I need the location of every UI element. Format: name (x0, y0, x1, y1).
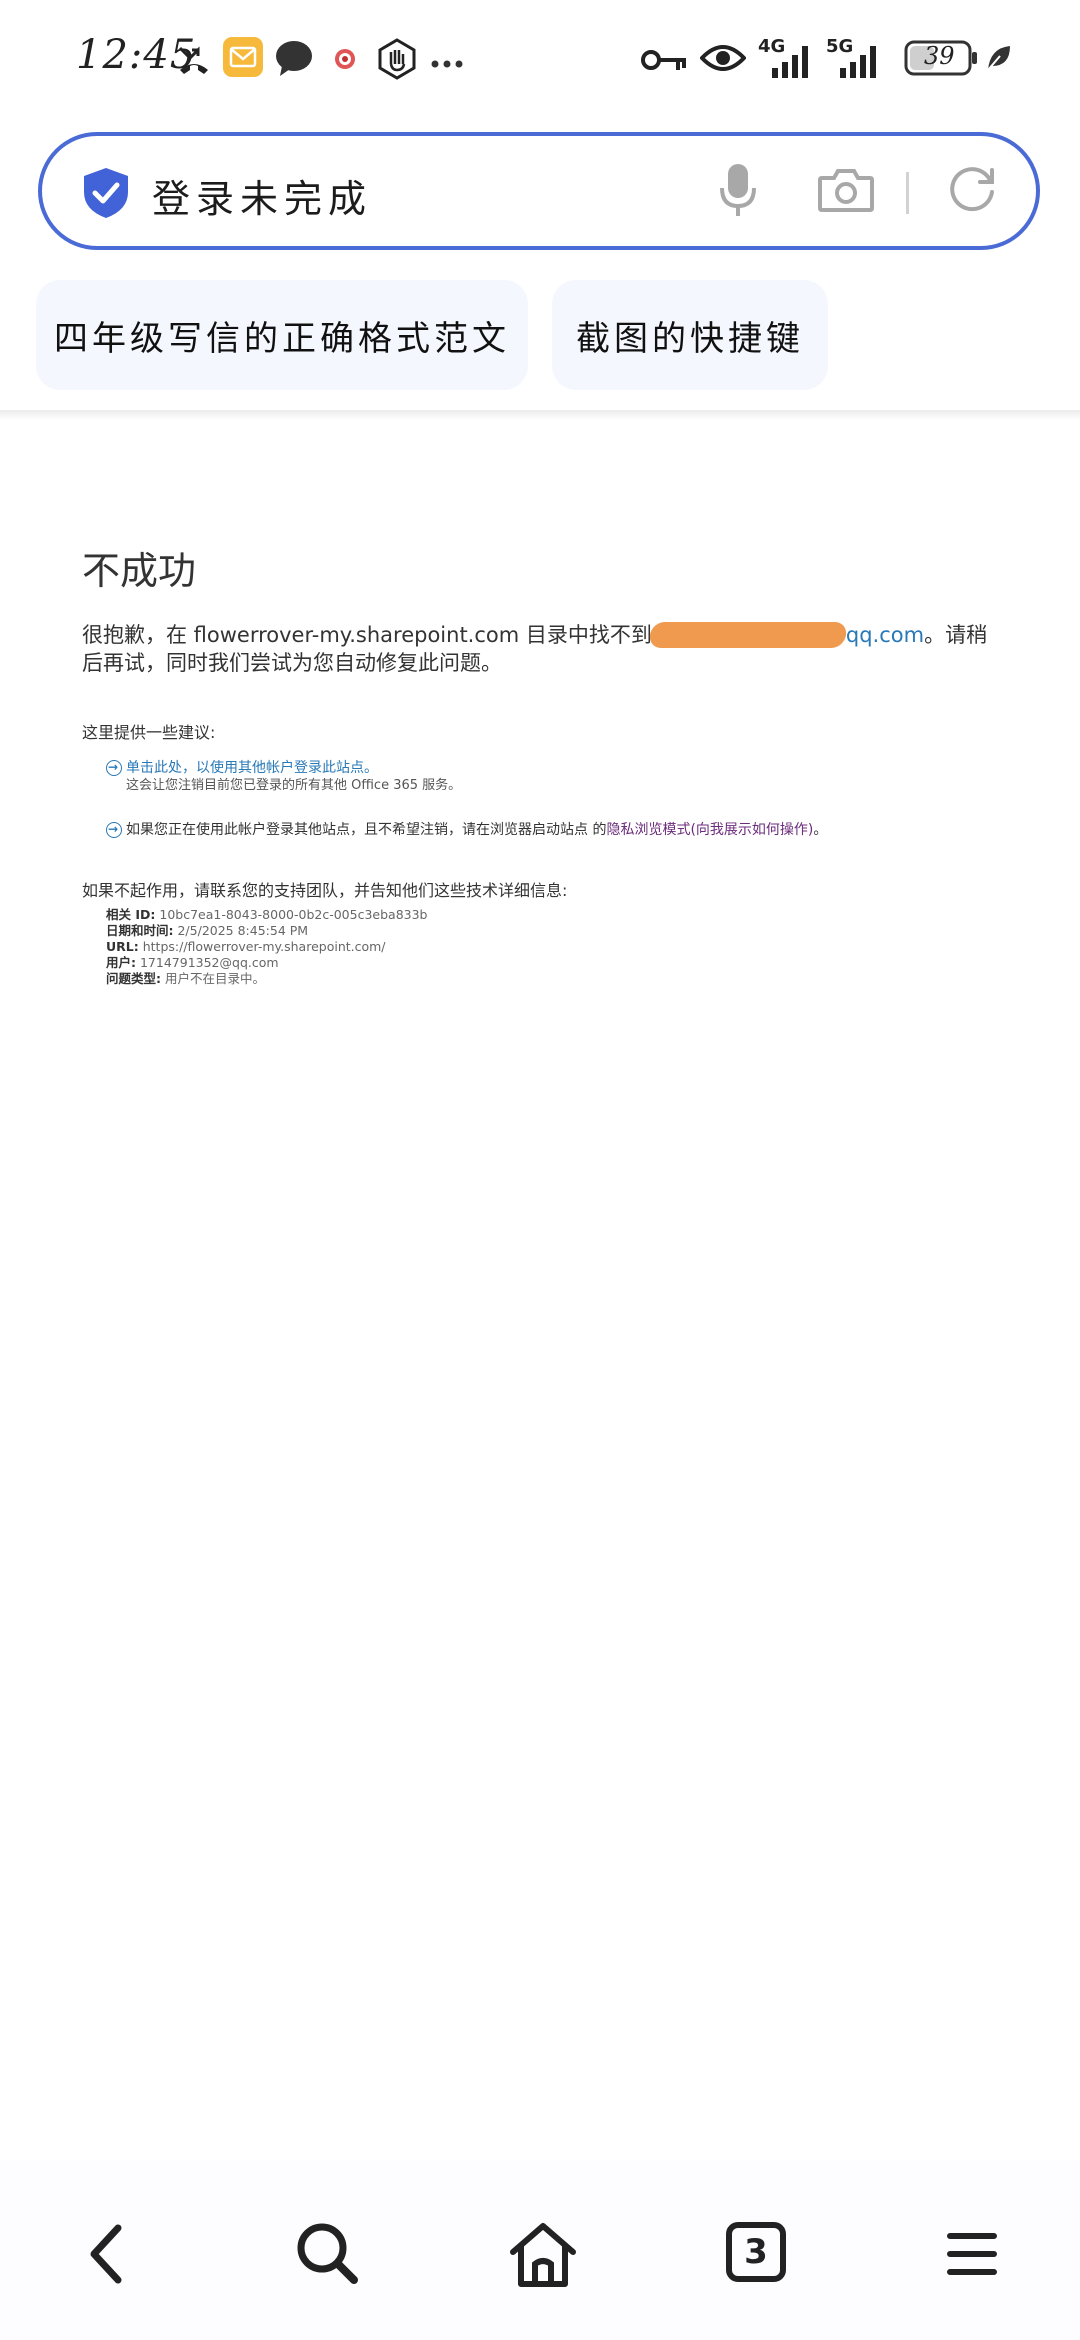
detail-row: 用户: 1714791352@qq.com (82, 955, 1002, 971)
detail-value: 10bc7ea1-8043-8000-0b2c-005c3eba833b (159, 907, 428, 922)
detail-label: 日期和时间: (106, 923, 174, 938)
detail-value: 用户不在目录中。 (164, 971, 265, 986)
error-message: 很抱歉，在 flowerrover-my.sharepoint.com 目录中找… (82, 621, 1002, 677)
detail-label: 用户: (106, 955, 136, 970)
menu-button[interactable] (932, 2214, 1012, 2294)
suggestion-chip[interactable]: 截图的快捷键 (552, 280, 828, 390)
menu-icon (932, 2214, 1012, 2294)
error-message-text: 很抱歉，在 flowerrover-my.sharepoint.com 目录中找… (82, 623, 652, 647)
search-icon (288, 2214, 368, 2294)
detail-value: https://flowerrover-my.sharepoint.com/ (142, 939, 386, 954)
shield-check-icon (82, 166, 130, 224)
arrow-circle-icon (106, 758, 122, 776)
tabs-button[interactable]: 3 (726, 2222, 806, 2302)
home-icon (503, 2214, 583, 2294)
microphone-icon[interactable] (718, 160, 758, 224)
detail-row: 日期和时间: 2/5/2025 8:45:54 PM (82, 923, 1002, 939)
arrow-circle-icon (106, 820, 122, 838)
search-button[interactable] (288, 2214, 368, 2294)
hand-icon (376, 38, 418, 84)
bottom-navigation: 3 (0, 2160, 1080, 2340)
battery-level: 39 (924, 42, 955, 70)
address-bar-text[interactable]: 登录未完成 (152, 168, 372, 223)
key-icon (640, 46, 688, 78)
detail-row: URL: https://flowerrover-my.sharepoint.c… (82, 939, 1002, 955)
back-icon (66, 2214, 146, 2294)
account-domain-link[interactable]: qq.com (846, 623, 924, 647)
more-dots-icon (430, 54, 464, 73)
private-browsing-link[interactable]: 隐私浏览模式(向我展示如何操作) (606, 822, 813, 838)
home-button[interactable] (503, 2214, 583, 2294)
suggestion-item: 单击此处，以使用其他帐户登录此站点。 这会让您注销目前您已登录的所有其他 Off… (82, 758, 1002, 795)
detail-value: 1714791352@qq.com (139, 955, 279, 970)
reload-icon[interactable] (946, 160, 1000, 224)
detail-label: URL: (106, 939, 139, 954)
detail-row: 问题类型: 用户不在目录中。 (82, 971, 1002, 987)
signal-icon (838, 42, 888, 84)
detail-label: 相关 ID: (106, 907, 156, 922)
status-bar: 12:45 4G 5G 39 (0, 0, 1080, 120)
suggestion-item: 如果您正在使用此帐户登录其他站点，且不希望注销，请在浏览器启动站点 的隐私浏览模… (82, 820, 1002, 839)
missed-call-icon (176, 40, 212, 80)
detail-row: 相关 ID: 10bc7ea1-8043-8000-0b2c-005c3eba8… (82, 907, 1002, 923)
suggestion-chip[interactable]: 四年级写信的正确格式范文 (36, 280, 528, 390)
page-title: 不成功 (82, 549, 197, 593)
address-bar[interactable]: 登录未完成 (38, 132, 1040, 250)
redaction-mark (648, 622, 848, 648)
support-heading: 如果不起作用，请联系您的支持团队，并告知他们这些技术详细信息: (82, 881, 568, 900)
suggestion-note: 这会让您注销目前您已登录的所有其他 Office 365 服务。 (126, 778, 462, 793)
suggestions-heading: 这里提供一些建议: (82, 723, 216, 742)
app-notification-icon (334, 48, 356, 74)
suggestion-text-end: 。 (813, 822, 828, 838)
back-button[interactable] (66, 2214, 146, 2294)
leaf-icon (986, 44, 1012, 76)
eye-icon (699, 42, 747, 78)
search-divider (906, 172, 909, 214)
suggestion-text: 如果您正在使用此帐户登录其他站点，且不希望注销，请在浏览器启动站点 的 (126, 822, 607, 838)
toolbar-shadow (0, 410, 1080, 420)
camera-icon[interactable] (818, 166, 874, 218)
suggestion-chips: 四年级写信的正确格式范文 截图的快捷键 (0, 280, 1080, 414)
detail-label: 问题类型: (106, 971, 161, 986)
sign-in-other-account-link[interactable]: 单击此处，以使用其他帐户登录此站点。 (126, 759, 1002, 777)
signal-icon (770, 42, 816, 84)
tabs-icon: 3 (726, 2222, 786, 2282)
detail-value: 2/5/2025 8:45:54 PM (177, 923, 309, 938)
chat-bubble-icon (274, 38, 314, 82)
error-page: 不成功 很抱歉，在 flowerrover-my.sharepoint.com … (82, 540, 1002, 987)
mail-app-icon (222, 36, 264, 82)
